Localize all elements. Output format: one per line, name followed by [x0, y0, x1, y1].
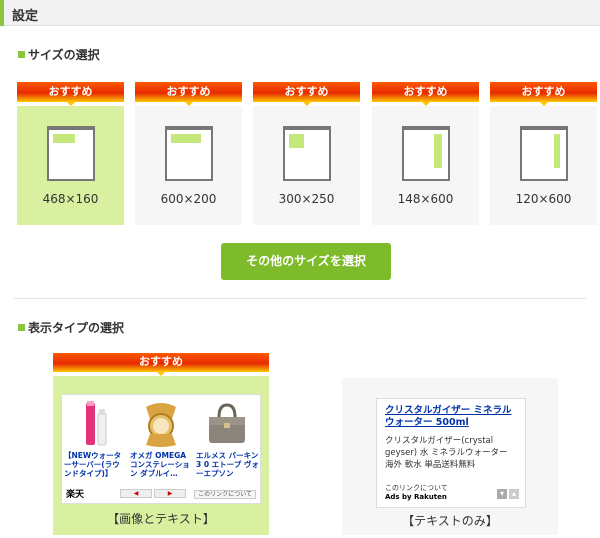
settings-header: 設定	[0, 0, 600, 26]
size-option-body: 148×600	[372, 106, 479, 225]
size-label: 468×160	[42, 192, 99, 206]
type-label: 【テキストのみ】	[402, 514, 498, 528]
size-option-body: 300×250	[253, 106, 360, 225]
ad-placement-icon	[289, 134, 304, 148]
type-option-body: クリスタルガイザー ミネラルウォーター 500ml クリスタルガイザー(crys…	[342, 378, 558, 535]
size-option-120x600[interactable]: おすすめ 120×600	[490, 82, 597, 225]
preview-product: エルメス バーキン 3 0 エトープ ヴォーエプソン	[196, 399, 259, 478]
about-link: このリンクについて	[385, 484, 448, 492]
water-server-icon	[70, 399, 120, 449]
size-section-title: サイズの選択	[18, 46, 100, 63]
size-option-300x250[interactable]: おすすめ 300×250	[253, 82, 360, 225]
type-option-text-only[interactable]: クリスタルガイザー ミネラルウォーター 500ml クリスタルガイザー(crys…	[342, 353, 558, 535]
ad-placement-icon	[554, 134, 560, 168]
chevron-up-icon: ▴	[509, 489, 519, 499]
ad-description: クリスタルガイザー(crystal geyser) 水 ミネラルウォーター 海外…	[385, 436, 508, 470]
type-section-title: 表示タイプの選択	[18, 319, 124, 336]
rakuten-logo: 楽天	[66, 490, 85, 500]
banner-layout-icon	[283, 126, 331, 181]
size-label: 148×600	[397, 192, 454, 206]
product-title: エルメス バーキン 3 0 エトープ ヴォーエプソン	[196, 451, 259, 478]
recommend-ribbon: おすすめ	[490, 82, 597, 102]
banner-layout-icon	[47, 126, 95, 181]
image-text-preview: 【NEWウォーターサーバー(ラウンドタイプ)】 オメガ OMEGA コンステレー…	[61, 394, 261, 504]
ad-placement-icon	[434, 134, 442, 168]
size-label: 120×600	[515, 192, 572, 206]
section-bullet-icon	[18, 324, 25, 331]
size-option-body: 600×200	[135, 106, 242, 225]
page-title: 設定	[12, 9, 39, 24]
banner-layout-icon	[520, 126, 568, 181]
ad-footer: このリンクについて Ads by Rakuten	[385, 484, 448, 502]
other-sizes-button[interactable]: その他のサイズを選択	[221, 243, 391, 280]
size-option-body: 468×160	[17, 106, 124, 225]
preview-nav: ◀ ▶	[120, 480, 188, 499]
text-only-preview: クリスタルガイザー ミネラルウォーター 500ml クリスタルガイザー(crys…	[376, 398, 526, 508]
prev-icon: ◀	[120, 489, 152, 498]
size-option-468x160[interactable]: おすすめ 468×160	[17, 82, 124, 225]
ad-placement-icon	[53, 134, 75, 143]
product-title: 【NEWウォーターサーバー(ラウンドタイプ)】	[64, 451, 122, 478]
product-title: オメガ OMEGA コンステレーション ダブルイ…	[130, 451, 190, 478]
handbag-icon	[202, 399, 252, 449]
header-accent-bar	[0, 0, 4, 26]
about-link: このリンクについて	[194, 490, 256, 499]
section-bullet-icon	[18, 51, 25, 58]
type-label: 【画像とテキスト】	[107, 512, 215, 526]
size-option-600x200[interactable]: おすすめ 600×200	[135, 82, 242, 225]
ad-controls: ▾ ▴	[495, 481, 519, 500]
preview-product: オメガ OMEGA コンステレーション ダブルイ…	[130, 399, 193, 478]
preview-product: 【NEWウォーターサーバー(ラウンドタイプ)】	[64, 399, 127, 478]
ads-by-label: Ads by Rakuten	[385, 493, 447, 501]
section-divider	[14, 298, 586, 299]
size-label: 300×250	[278, 192, 335, 206]
type-option-image-text[interactable]: おすすめ 【NEWウォーターサーバー(ラウンドタイプ)】 オメガ OMEGA コ…	[53, 353, 269, 535]
chevron-down-icon: ▾	[497, 489, 507, 499]
recommend-ribbon: おすすめ	[53, 353, 269, 372]
size-option-148x600[interactable]: おすすめ 148×600	[372, 82, 479, 225]
recommend-ribbon: おすすめ	[372, 82, 479, 102]
next-icon: ▶	[154, 489, 186, 498]
banner-layout-icon	[165, 126, 213, 181]
recommend-ribbon: おすすめ	[253, 82, 360, 102]
size-label: 600×200	[160, 192, 217, 206]
type-option-body: 【NEWウォーターサーバー(ラウンドタイプ)】 オメガ OMEGA コンステレー…	[53, 376, 269, 535]
gold-watch-icon	[136, 399, 186, 449]
banner-layout-icon	[402, 126, 450, 181]
ad-placement-icon	[171, 134, 201, 143]
recommend-ribbon: おすすめ	[17, 82, 124, 102]
size-option-body: 120×600	[490, 106, 597, 225]
recommend-ribbon: おすすめ	[135, 82, 242, 102]
ad-title-link: クリスタルガイザー ミネラルウォーター 500ml	[385, 405, 512, 428]
